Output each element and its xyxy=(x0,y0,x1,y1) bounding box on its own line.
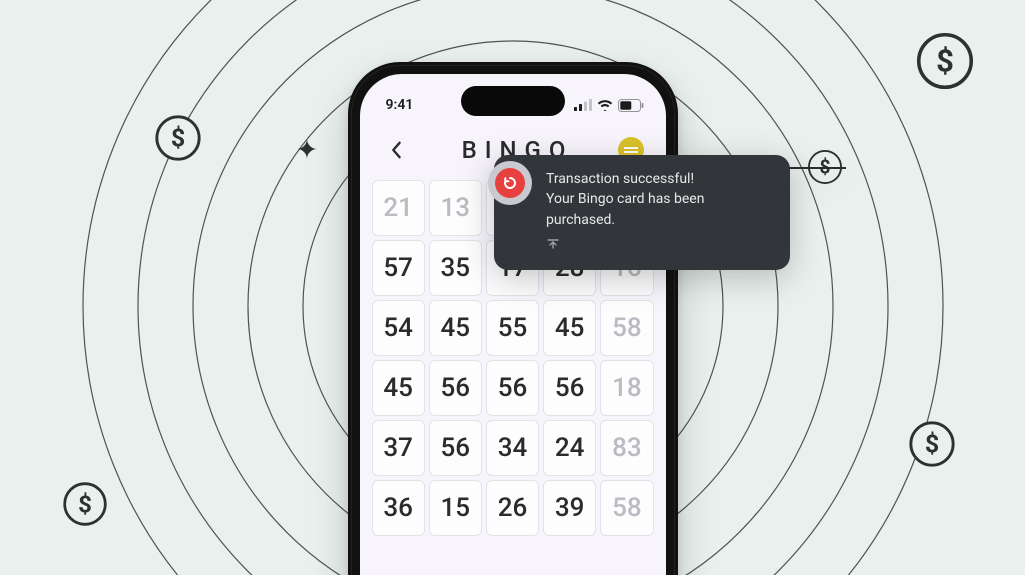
bingo-cell[interactable]: 57 xyxy=(372,240,425,296)
bingo-cell[interactable]: 24 xyxy=(543,420,596,476)
bingo-cell[interactable]: 45 xyxy=(543,300,596,356)
battery-icon xyxy=(618,99,644,112)
bingo-cell[interactable]: 36 xyxy=(372,480,425,536)
bingo-cell[interactable]: 83 xyxy=(600,420,653,476)
bingo-cell[interactable]: 18 xyxy=(600,360,653,416)
back-button[interactable] xyxy=(382,136,410,164)
bingo-cell[interactable]: 55 xyxy=(486,300,539,356)
svg-text:$: $ xyxy=(936,43,954,80)
dynamic-island xyxy=(461,86,565,116)
refresh-icon xyxy=(502,175,518,191)
notification-title: Transaction successful! xyxy=(546,169,772,189)
chevron-left-icon xyxy=(389,141,403,159)
bingo-cell[interactable]: 39 xyxy=(543,480,596,536)
notification-connector-line xyxy=(786,167,846,169)
notification-app-icon xyxy=(488,161,532,205)
bingo-cell[interactable]: 58 xyxy=(600,480,653,536)
notification-toast[interactable]: Transaction successful! Your Bingo card … xyxy=(494,155,790,270)
bingo-cell[interactable]: 45 xyxy=(372,360,425,416)
svg-text:$: $ xyxy=(171,125,185,154)
bingo-cell[interactable]: 58 xyxy=(600,300,653,356)
status-time: 9:41 xyxy=(386,97,414,113)
dollar-coin-icon: $ xyxy=(61,480,109,528)
bingo-cell[interactable]: 34 xyxy=(486,420,539,476)
sparkle-icon xyxy=(296,138,318,160)
dollar-coin-icon: $ xyxy=(914,30,976,92)
phone-frame: 9:41 xyxy=(348,62,678,575)
bingo-cell[interactable]: 37 xyxy=(372,420,425,476)
bingo-cell[interactable]: 54 xyxy=(372,300,425,356)
bingo-cell[interactable]: 45 xyxy=(429,300,482,356)
svg-text:$: $ xyxy=(925,431,939,460)
dollar-coin-icon: $ xyxy=(907,419,957,469)
bingo-cell[interactable]: 56 xyxy=(486,360,539,416)
notification-body: Your Bingo card has been purchased. xyxy=(546,189,772,230)
bingo-cell[interactable]: 15 xyxy=(429,480,482,536)
cellular-icon xyxy=(574,99,592,111)
bingo-cell[interactable]: 13 xyxy=(429,180,482,236)
bingo-cell[interactable]: 21 xyxy=(372,180,425,236)
phone-screen: 9:41 xyxy=(360,74,666,575)
bingo-cell[interactable]: 56 xyxy=(429,420,482,476)
bingo-cell[interactable]: 56 xyxy=(543,360,596,416)
dollar-coin-icon: $ xyxy=(153,113,203,163)
wifi-icon xyxy=(597,99,613,111)
bingo-cell[interactable]: 56 xyxy=(429,360,482,416)
bingo-cell[interactable]: 26 xyxy=(486,480,539,536)
svg-text:$: $ xyxy=(78,490,92,518)
notification-collapse-icon xyxy=(546,236,772,256)
bingo-cell[interactable]: 35 xyxy=(429,240,482,296)
